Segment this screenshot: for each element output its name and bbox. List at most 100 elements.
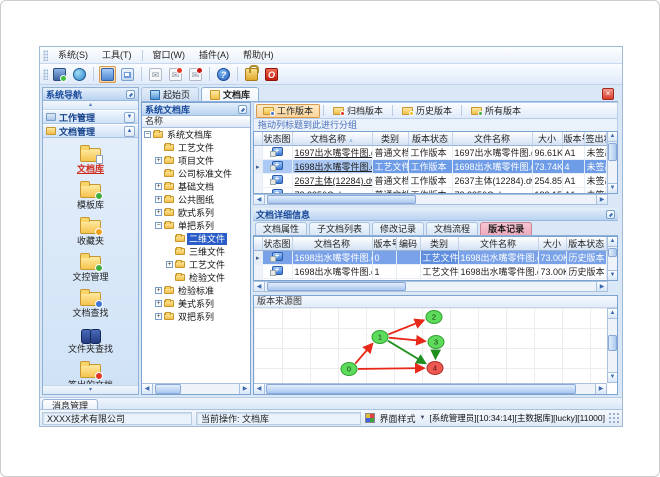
scroll-left-icon[interactable]: ◀ xyxy=(254,195,265,204)
tree-node[interactable]: + 欧式系列 xyxy=(142,206,250,219)
tree-expand-icon[interactable]: + xyxy=(155,313,162,320)
sidebar-item-template-library[interactable]: 模板库 xyxy=(44,176,137,212)
chevron-down-icon[interactable]: ▼ xyxy=(419,415,425,421)
chevron-up-icon[interactable]: ▲ xyxy=(124,125,135,137)
detail-tab[interactable]: 修改记录 xyxy=(372,222,425,235)
column-header[interactable]: 签出状态 xyxy=(584,132,607,146)
version-filter-button[interactable]: 所有版本 xyxy=(465,104,527,118)
grid-horizontal-scrollbar[interactable]: ◀ ▶ xyxy=(253,194,608,205)
table-row[interactable]: ▸1698出水嘴零件图.dwg0工艺文件1698出水嘴零件图.dwg73.00K… xyxy=(254,250,607,265)
tree-node[interactable]: 二维文件 xyxy=(142,232,250,245)
scroll-track[interactable] xyxy=(265,195,596,204)
version-node[interactable]: 1 xyxy=(371,330,389,344)
tree-expand-icon[interactable]: + xyxy=(166,261,173,268)
tree-node[interactable]: + 美式系列 xyxy=(142,297,250,310)
scroll-right-icon[interactable]: ▶ xyxy=(595,384,606,394)
tree-expand-icon[interactable]: + xyxy=(155,287,162,294)
version-node[interactable]: 2 xyxy=(425,310,443,324)
pin-icon[interactable] xyxy=(126,89,135,99)
tree-node[interactable]: + 双把系列 xyxy=(142,310,250,323)
detail-tab[interactable]: 版本记录 xyxy=(480,222,533,235)
scroll-track[interactable] xyxy=(608,142,617,183)
mail-button[interactable] xyxy=(147,66,164,83)
scroll-down-icon[interactable]: ▼ xyxy=(608,270,617,280)
scroll-right-icon[interactable]: ▶ xyxy=(596,282,607,291)
column-header[interactable]: 文件名称 xyxy=(452,132,533,146)
tab-start-page[interactable]: 起始页 xyxy=(141,87,200,101)
tree-node[interactable]: 检验文件 xyxy=(142,271,250,284)
graph-vertical-scrollbar[interactable]: ▲ ▼ xyxy=(607,308,617,383)
sidebar-section-expanded[interactable]: 文档管理 ▲ xyxy=(43,124,138,138)
toolbar-grip[interactable] xyxy=(43,49,48,61)
graph-horizontal-scrollbar[interactable]: ◀ ▶ xyxy=(254,383,607,394)
scroll-left-icon[interactable]: ◀ xyxy=(254,282,265,291)
tree-expand-icon[interactable]: + xyxy=(155,157,162,164)
tree-node[interactable]: + 公共图纸 xyxy=(142,193,250,206)
mail-2-button[interactable] xyxy=(167,66,184,83)
tree-expand-icon[interactable]: + xyxy=(155,209,162,216)
version-filter-button[interactable]: 工作版本 xyxy=(256,103,321,118)
menu-item[interactable]: 插件(A) xyxy=(192,47,236,63)
version-filter-button[interactable]: 归档版本 xyxy=(327,104,389,118)
column-header[interactable]: 文档名称 ▲ xyxy=(292,132,373,146)
sidebar-collapse-up-button[interactable] xyxy=(43,101,138,110)
tab-doc-library[interactable]: 文档库 xyxy=(201,87,260,101)
scroll-right-icon[interactable]: ▶ xyxy=(239,384,250,394)
sidebar-item-folder-search[interactable]: 文件夹查找 xyxy=(44,320,137,356)
row-selector[interactable]: ▸ xyxy=(254,159,263,174)
sidebar-item-doc-search[interactable]: 文档查找 xyxy=(44,284,137,320)
version-node[interactable]: 4 xyxy=(426,361,444,375)
column-header[interactable]: 状态图 xyxy=(262,237,293,251)
table-row[interactable]: 1698出水嘴零件图.dwg1工艺文件1698出水嘴零件图.dwg73.00KB… xyxy=(254,264,607,279)
globe-button[interactable] xyxy=(71,66,88,83)
version-filter-button[interactable]: 历史版本 xyxy=(396,104,458,118)
mail-3-button[interactable] xyxy=(187,66,204,83)
scroll-thumb[interactable] xyxy=(266,384,577,394)
pin-icon[interactable] xyxy=(238,104,247,114)
lock-button[interactable] xyxy=(243,64,260,83)
column-header[interactable]: 版本号 xyxy=(372,237,397,251)
column-header[interactable]: 编码 xyxy=(396,237,421,251)
tree-collapse-icon[interactable]: − xyxy=(155,222,162,229)
sidebar-item-document-library[interactable]: 文档库 xyxy=(44,140,137,176)
tree-collapse-icon[interactable]: − xyxy=(144,131,151,138)
tree-column-header[interactable]: 名称 xyxy=(142,116,250,128)
toolbar-grip[interactable] xyxy=(43,68,48,80)
grid-vertical-scrollbar[interactable]: ▲ ▼ xyxy=(607,237,617,280)
scroll-down-icon[interactable]: ▼ xyxy=(608,372,617,382)
tree-node[interactable]: + 项目文件 xyxy=(142,154,250,167)
column-header[interactable]: 状态图 xyxy=(262,132,293,146)
tree-node[interactable]: 公司标准文件 xyxy=(142,167,250,180)
detail-tab[interactable]: 文档属性 xyxy=(255,222,308,235)
interface-style-button[interactable]: 界面样式 xyxy=(379,412,415,425)
sidebar-item-checked-out-docs[interactable]: 签出的文档 xyxy=(44,356,137,384)
column-header[interactable]: 大小 xyxy=(538,237,567,251)
scroll-left-icon[interactable]: ◀ xyxy=(254,384,265,394)
tree-node[interactable]: + 基础文档 xyxy=(142,180,250,193)
scroll-thumb[interactable] xyxy=(608,143,617,162)
column-header[interactable]: 版本状态 xyxy=(566,237,607,251)
menu-item[interactable]: 窗口(W) xyxy=(146,47,193,63)
table-row[interactable]: ▸1698出水嘴零件图.dwg工艺文件工作版本1698出水嘴零件图.dwg73.… xyxy=(254,159,607,174)
chevron-down-icon[interactable]: ▼ xyxy=(124,111,135,123)
row-selector[interactable] xyxy=(254,264,263,279)
tree-node[interactable]: 工艺文件 xyxy=(142,141,250,154)
menu-item[interactable]: 帮助(H) xyxy=(236,47,281,63)
scroll-track[interactable] xyxy=(608,319,617,372)
column-header[interactable]: 类别 xyxy=(420,237,459,251)
column-header[interactable]: 版本状态 xyxy=(408,132,453,146)
help-button[interactable] xyxy=(215,66,232,83)
scroll-down-icon[interactable]: ▼ xyxy=(608,183,617,193)
scroll-thumb[interactable] xyxy=(267,195,416,204)
scroll-track[interactable] xyxy=(265,282,596,291)
version-node[interactable]: 0 xyxy=(340,362,358,376)
tree-node[interactable]: − 系统文档库 xyxy=(142,128,250,141)
column-header[interactable]: 版本号 xyxy=(562,132,585,146)
row-selector[interactable] xyxy=(254,145,263,160)
scroll-up-icon[interactable]: ▲ xyxy=(608,237,617,247)
folder-button[interactable] xyxy=(99,65,116,83)
scroll-thumb[interactable] xyxy=(608,334,617,351)
scroll-thumb[interactable] xyxy=(608,248,617,258)
column-header[interactable]: 大小 xyxy=(532,132,563,146)
sidebar-section-collapsed[interactable]: 工作管理 ▼ xyxy=(43,110,138,124)
